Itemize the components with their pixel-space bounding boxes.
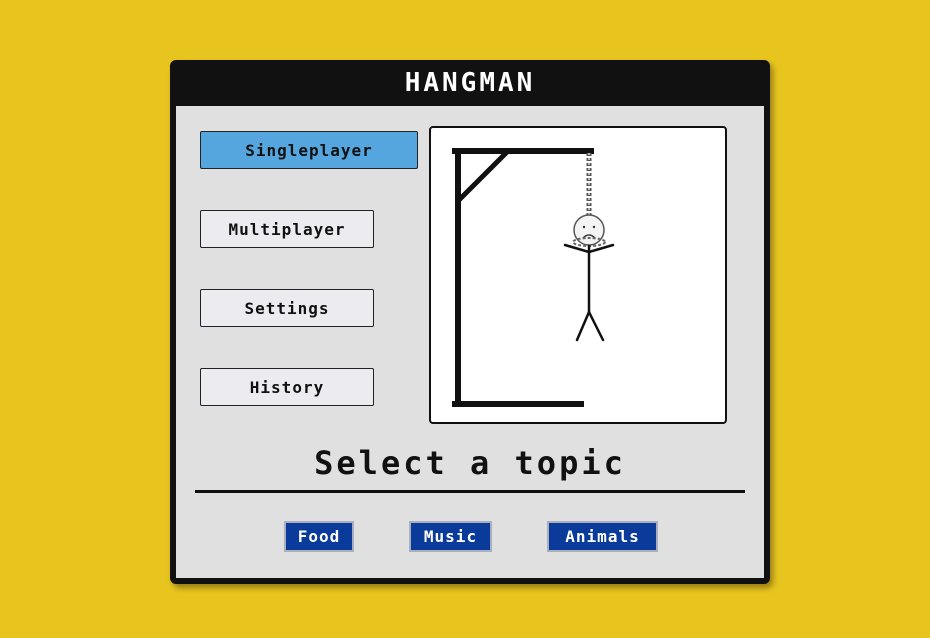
topic-music-label: Music	[423, 527, 478, 546]
topic-animals-button[interactable]: Animals	[547, 521, 658, 552]
title-bar: HANGMAN	[170, 60, 770, 106]
main-panel: Singleplayer Multiplayer Settings Histor…	[176, 106, 764, 578]
hangman-canvas	[429, 126, 727, 424]
settings-label: Settings	[244, 298, 330, 318]
history-label: History	[249, 377, 325, 397]
divider	[195, 490, 745, 493]
singleplayer-button[interactable]: Singleplayer	[200, 131, 418, 169]
singleplayer-label: Singleplayer	[245, 140, 373, 160]
topic-food-button[interactable]: Food	[284, 521, 354, 552]
history-button[interactable]: History	[200, 368, 374, 406]
topic-food-label: Food	[297, 527, 341, 546]
game-window: HANGMAN Singleplayer Multiplayer Setting…	[170, 60, 770, 584]
multiplayer-label: Multiplayer	[228, 219, 346, 239]
app-title: HANGMAN	[404, 68, 536, 98]
topic-prompt: Select a topic	[314, 444, 626, 482]
sad-face-icon	[572, 214, 606, 247]
topic-music-button[interactable]: Music	[409, 521, 492, 552]
settings-button[interactable]: Settings	[200, 289, 374, 327]
gallows-icon	[452, 148, 594, 407]
hangman-drawing-icon	[452, 148, 615, 407]
topic-animals-label: Animals	[565, 527, 640, 546]
stick-figure-icon	[563, 243, 615, 342]
multiplayer-button[interactable]: Multiplayer	[200, 210, 374, 248]
